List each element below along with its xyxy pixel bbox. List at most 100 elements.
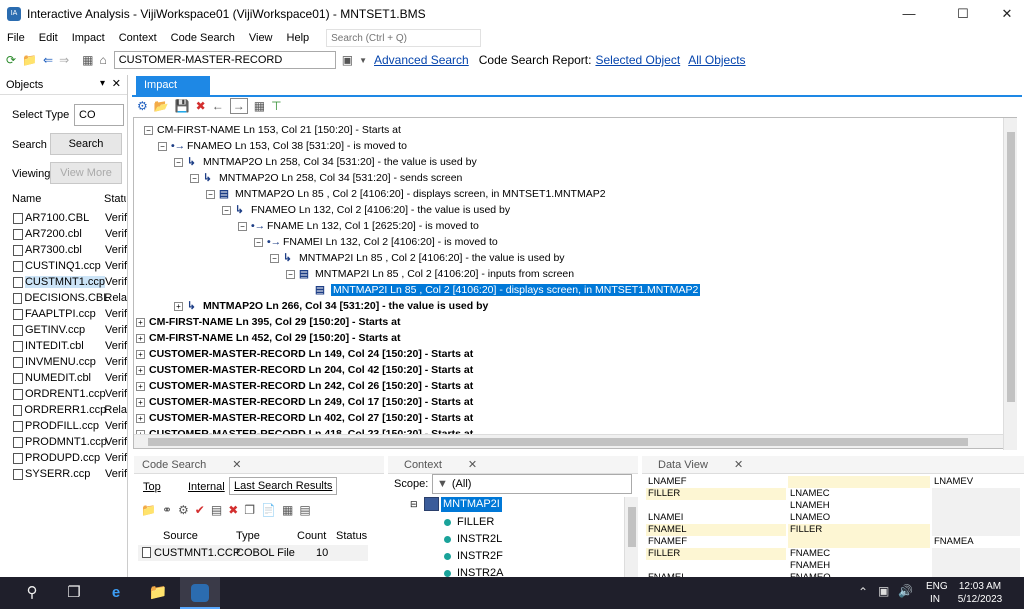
data-view-cell[interactable] [932,512,1020,524]
close-icon[interactable]: ✕ [112,77,121,90]
data-view-cell[interactable]: FNAMEA [932,536,1020,548]
data-view-cell[interactable]: LNAMEH [788,500,930,512]
tree-node[interactable]: + CUSTOMER-MASTER-RECORD Ln 249, Col 17 [… [136,394,473,410]
chevron-down-icon[interactable]: ▼ [359,56,367,65]
menu-view[interactable]: View [242,32,280,44]
type-column-header[interactable]: Type [236,530,260,542]
export-icon[interactable]: ▦ [254,99,265,113]
network-icon[interactable]: ▣ [878,584,889,598]
tree-node[interactable]: − ▤ MNTMAP2I Ln 85 , Col 2 [4106:20] - inp… [286,266,574,282]
menu-edit[interactable]: Edit [32,32,65,44]
list-item[interactable]: GETINV.ccp Verif [0,322,127,338]
list-item[interactable]: PRODFILL.ccp Verif [0,418,127,434]
list-item[interactable]: NUMEDIT.cbl Verif [0,370,127,386]
expand-toggle-icon[interactable]: − [254,237,263,247]
check-icon[interactable]: ✔ [195,503,205,517]
tree-node[interactable]: + CUSTOMER-MASTER-RECORD Ln 204, Col 42 [… [136,362,473,378]
search-button[interactable]: Search [50,133,122,155]
refresh-icon[interactable]: ⟳ [6,53,16,67]
folder-icon[interactable]: 📁 [22,53,37,67]
list-item[interactable]: PRODUPD.ccp Verif [0,450,127,466]
count-column-header[interactable]: Count [297,530,326,542]
add-icon[interactable]: ▤ [211,503,222,517]
data-view-cell[interactable]: LNAMEI [646,512,786,524]
data-view-cell[interactable] [788,536,930,548]
maximize-button[interactable]: ☐ [940,0,986,28]
list-item[interactable]: ORDRERR1.ccp Rela [0,402,127,418]
menu-file[interactable]: File [0,32,32,44]
list-item[interactable]: FILLER [444,514,494,531]
expand-toggle-icon[interactable]: − [144,125,153,135]
export-icon[interactable]: ▦ [282,503,293,517]
data-view-cell[interactable] [788,476,930,488]
table-row[interactable]: CUSTMNT1.CCP COBOL File 10 [138,545,368,561]
analyze-icon[interactable]: ⚙ [137,99,148,113]
folder-icon[interactable]: 📁 [141,503,156,517]
menu-code-search[interactable]: Code Search [164,32,242,44]
menu-context[interactable]: Context [112,32,164,44]
name-column-header[interactable]: Name [12,193,41,205]
chevron-up-icon[interactable]: ⌃ [858,585,868,599]
impact-hscroll[interactable] [134,434,1003,448]
save-icon[interactable]: 💾 [175,99,190,113]
binoculars-icon[interactable]: ⚭ [162,503,172,517]
list-item[interactable]: INSTR2F [444,548,503,565]
minimize-button[interactable]: — [886,0,932,28]
expand-toggle-icon[interactable]: − [270,253,279,263]
list-item[interactable]: ORDRENT1.ccp Verif [0,386,127,402]
tree-node[interactable]: − ↳ FNAMEO Ln 132, Col 2 [4106:20] - the v… [222,202,510,218]
chip-icon[interactable]: ▣ [342,53,353,67]
data-view-cell[interactable] [932,500,1020,512]
tab-impact[interactable]: Impact ✕ [136,76,210,110]
list-item[interactable]: FAAPLTPI.ccp Verif [0,306,127,322]
list-item[interactable]: AR7100.CBL Verif [0,210,127,226]
data-view-cell[interactable] [932,488,1020,500]
menu-search-input[interactable] [326,29,482,47]
list-item[interactable]: INVMENU.ccp Verif [0,354,127,370]
hierarchy-icon[interactable]: ⊤ [271,99,281,113]
language-indicator[interactable]: ENG IN [926,580,948,606]
volume-icon[interactable]: 🔊 [898,584,913,598]
open-folder-icon[interactable]: 📂 [154,99,169,113]
expand-toggle-icon[interactable]: + [136,317,145,327]
gear-icon[interactable]: ⚙ [178,503,189,517]
data-view-cell[interactable]: FILLER [788,524,930,536]
tree-node[interactable]: − •→ FNAME Ln 132, Col 1 [2625:20] - is mo… [238,218,479,234]
list-item[interactable]: AR7200.cbl Verif [0,226,127,242]
pin-icon[interactable]: ▾ [100,78,105,89]
selected-object-link[interactable]: Selected Object [595,53,680,67]
scope-combo[interactable]: ▼ (All) [432,474,632,494]
expand-toggle-icon[interactable]: + [136,413,145,423]
advanced-search-link[interactable]: Advanced Search [374,53,469,67]
status-column-header[interactable]: Status [336,530,367,542]
select-type-combo[interactable]: CO [74,104,124,126]
tree-node[interactable]: + CM-FIRST-NAME Ln 452, Col 29 [150:20] -… [136,330,400,346]
context-vscroll[interactable] [624,497,638,577]
expand-toggle-icon[interactable]: + [136,397,145,407]
status-column-header[interactable]: Statu [104,193,126,205]
tree-node[interactable]: − •→ FNAMEO Ln 153, Col 38 [531:20] - is m… [158,138,407,154]
expand-toggle-icon[interactable]: − [190,173,199,183]
file-explorer-icon[interactable]: 📁 [138,577,178,609]
expand-toggle-icon[interactable]: + [136,333,145,343]
context-root[interactable]: MNTMAP2I [441,497,502,512]
expand-toggle-icon[interactable]: + [136,381,145,391]
list-item[interactable]: CUSTMNT1.ccp Verif [0,274,127,290]
clock[interactable]: 12:03 AM 5/12/2023 [950,580,1010,606]
tree-node[interactable]: − ▤ MNTMAP2O Ln 85 , Col 2 [4106:20] - dis… [206,186,606,202]
data-view-cell[interactable]: FNAMEF [646,536,786,548]
tree-node[interactable]: + ↳ MNTMAP2O Ln 266, Col 34 [531:20] - the… [174,298,488,314]
list-item[interactable]: DECISIONS.CBL Rela [0,290,127,306]
tab-last-search-results[interactable]: Last Search Results [229,477,338,495]
back-arrow-icon[interactable]: ⇐ [43,53,53,67]
list-item[interactable]: PRODMNT1.ccp Verif [0,434,127,450]
expand-toggle-icon[interactable]: − [286,269,295,279]
tree-node[interactable]: ▤ MNTMAP2I Ln 85 , Col 2 [4106:20] - disp… [302,282,701,298]
expand-toggle-icon[interactable]: + [136,365,145,375]
collapse-icon[interactable]: ⊟ [410,499,418,510]
edge-icon[interactable]: e [96,577,136,609]
document-icon[interactable]: 📄 [261,503,276,517]
copy-icon[interactable]: ❐ [244,503,255,517]
view-more-button[interactable]: View More [50,162,122,184]
forward-arrow-icon[interactable]: ⇒ [59,53,69,67]
